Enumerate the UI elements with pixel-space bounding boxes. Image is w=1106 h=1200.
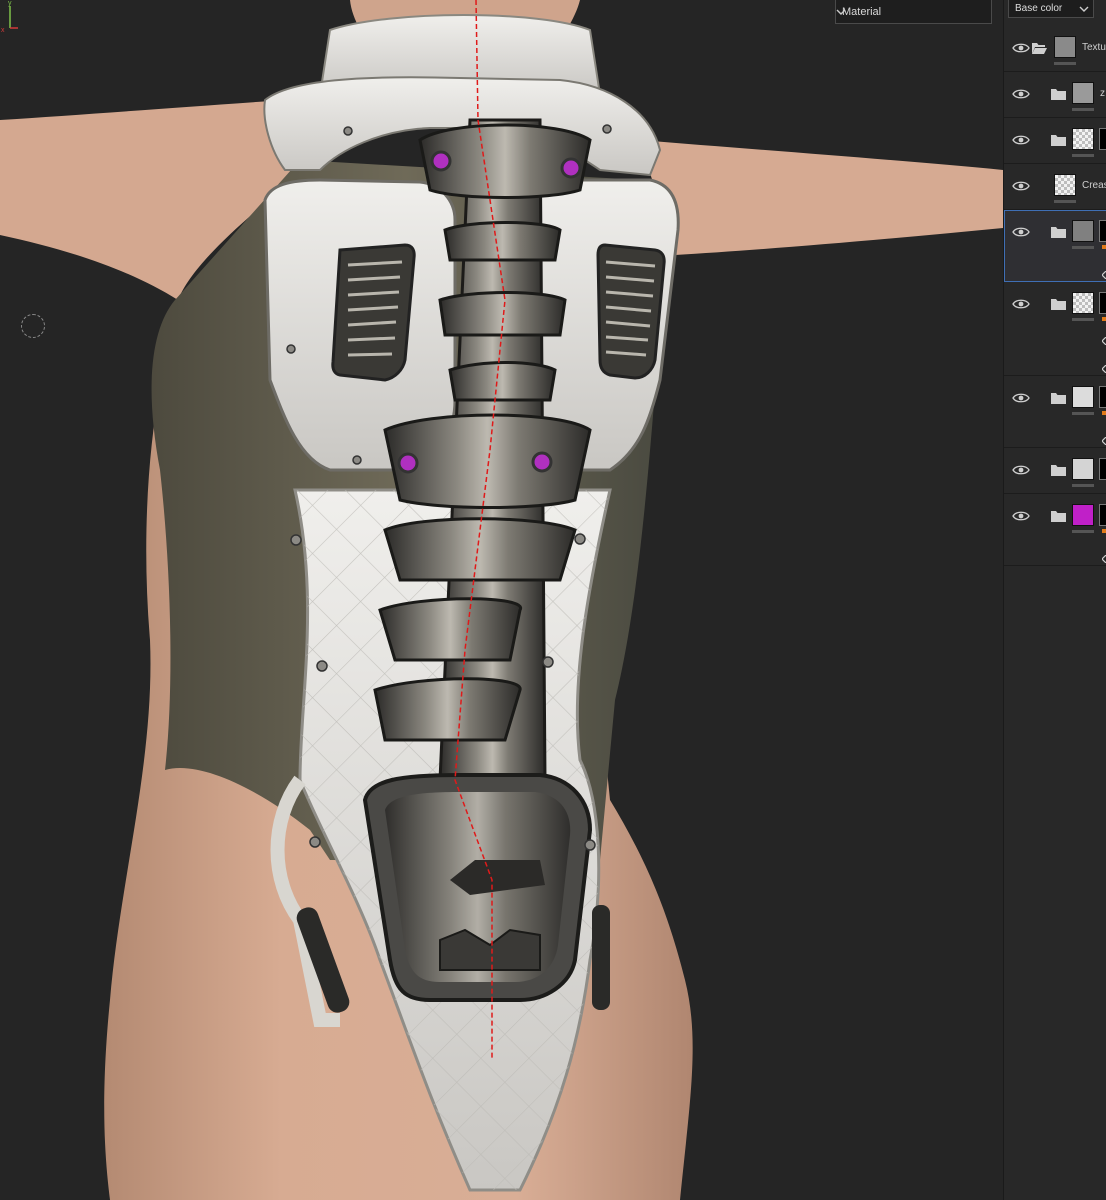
layer-thumbnail bbox=[1054, 174, 1076, 196]
chevron-down-icon bbox=[836, 9, 846, 15]
layer-row[interactable]: Textu bbox=[1004, 26, 1106, 72]
layer-thumbnail bbox=[1072, 458, 1094, 480]
eye-icon[interactable] bbox=[1012, 297, 1030, 309]
layer-row[interactable]: Creas bbox=[1004, 164, 1106, 210]
folder-icon[interactable] bbox=[1051, 463, 1066, 476]
channel-dropdown[interactable]: Base color bbox=[1008, 0, 1094, 18]
effect-icon[interactable] bbox=[1101, 432, 1106, 446]
layer-panel: Base color Textu z Creas bbox=[1003, 0, 1106, 1200]
opacity-bar bbox=[1072, 318, 1094, 321]
effect-icon[interactable] bbox=[1101, 332, 1106, 346]
eye-icon[interactable] bbox=[1012, 87, 1030, 99]
svg-text:y: y bbox=[8, 0, 12, 7]
layer-thumbnail bbox=[1072, 82, 1094, 104]
layer-row[interactable] bbox=[1004, 494, 1106, 566]
3d-viewport[interactable]: Material y x bbox=[0, 0, 1003, 1200]
layer-mask-thumbnail[interactable] bbox=[1099, 128, 1106, 150]
eye-icon[interactable] bbox=[1012, 133, 1030, 145]
layer-list: Textu z Creas bbox=[1004, 26, 1106, 566]
layer-row[interactable] bbox=[1004, 376, 1106, 448]
effect-icon[interactable] bbox=[1101, 360, 1106, 374]
folder-icon[interactable] bbox=[1051, 133, 1066, 146]
layer-thumbnail bbox=[1054, 36, 1076, 58]
opacity-bar bbox=[1072, 484, 1094, 487]
folder-icon[interactable] bbox=[1051, 225, 1066, 238]
channel-label: Base color bbox=[1015, 3, 1063, 14]
opacity-bar bbox=[1072, 412, 1094, 415]
folder-icon[interactable] bbox=[1051, 391, 1066, 404]
eye-icon[interactable] bbox=[1012, 391, 1030, 403]
folder-icon[interactable] bbox=[1051, 87, 1066, 100]
layer-row[interactable]: z bbox=[1004, 72, 1106, 118]
layer-row[interactable] bbox=[1004, 282, 1106, 376]
folder-open-icon[interactable] bbox=[1032, 41, 1047, 54]
effect-icon[interactable] bbox=[1101, 266, 1106, 280]
layer-name: z bbox=[1100, 88, 1105, 99]
layer-thumbnail bbox=[1072, 128, 1094, 150]
eye-icon[interactable] bbox=[1012, 509, 1030, 521]
eye-icon[interactable] bbox=[1012, 463, 1030, 475]
mask-indicator bbox=[1102, 411, 1106, 415]
svg-text:x: x bbox=[1, 27, 5, 34]
layer-row[interactable] bbox=[1004, 118, 1106, 164]
effect-icon[interactable] bbox=[1101, 550, 1106, 564]
layer-thumbnail bbox=[1072, 504, 1094, 526]
model-render bbox=[0, 0, 1003, 1200]
eye-icon[interactable] bbox=[1012, 225, 1030, 237]
layer-thumbnail bbox=[1072, 220, 1094, 242]
layer-name: Creas bbox=[1082, 180, 1106, 191]
layer-mask-thumbnail[interactable] bbox=[1099, 458, 1106, 480]
chevron-down-icon bbox=[1079, 6, 1089, 12]
right-side-bar bbox=[592, 905, 610, 1010]
mask-indicator bbox=[1102, 317, 1106, 321]
axis-gizmo-icon: y x bbox=[1, 0, 18, 34]
opacity-bar bbox=[1072, 246, 1094, 249]
layer-mask-thumbnail[interactable] bbox=[1099, 220, 1106, 242]
mask-indicator bbox=[1102, 245, 1106, 249]
folder-icon[interactable] bbox=[1051, 297, 1066, 310]
opacity-bar bbox=[1054, 200, 1076, 203]
eye-icon[interactable] bbox=[1012, 41, 1030, 53]
eye-icon[interactable] bbox=[1012, 179, 1030, 191]
mask-indicator bbox=[1102, 529, 1106, 533]
layer-mask-thumbnail[interactable] bbox=[1099, 386, 1106, 408]
layer-name: Textu bbox=[1082, 42, 1106, 53]
opacity-bar bbox=[1072, 530, 1094, 533]
layer-mask-thumbnail[interactable] bbox=[1099, 504, 1106, 526]
opacity-bar bbox=[1054, 62, 1076, 65]
left-vent bbox=[331, 243, 416, 382]
opacity-bar bbox=[1072, 108, 1094, 111]
layer-row[interactable] bbox=[1004, 210, 1106, 282]
layer-thumbnail bbox=[1072, 386, 1094, 408]
display-mode-label: Material bbox=[842, 6, 882, 18]
layer-mask-thumbnail[interactable] bbox=[1099, 292, 1106, 314]
right-vent bbox=[596, 243, 666, 380]
layer-thumbnail bbox=[1072, 292, 1094, 314]
right-arm bbox=[640, 140, 1003, 255]
opacity-bar bbox=[1072, 154, 1094, 157]
folder-icon[interactable] bbox=[1051, 509, 1066, 522]
brush-cursor-icon bbox=[21, 314, 45, 338]
display-mode-dropdown[interactable]: Material bbox=[835, 0, 992, 24]
layer-row[interactable] bbox=[1004, 448, 1106, 494]
